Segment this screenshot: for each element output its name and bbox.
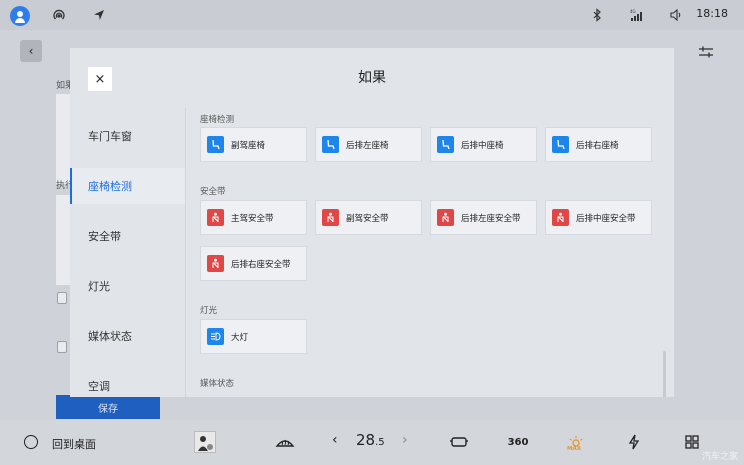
- condition-card[interactable]: 后排中座安全带: [545, 200, 652, 235]
- category-seatbelt[interactable]: 安全带: [70, 218, 185, 254]
- close-button[interactable]: ×: [88, 67, 112, 91]
- defrost-icon[interactable]: [275, 432, 295, 452]
- seatbelt-icon: [552, 209, 569, 226]
- seat-icon: [207, 136, 224, 153]
- category-light[interactable]: 灯光: [70, 268, 185, 304]
- section-title: 安全带: [200, 187, 226, 197]
- condition-picker-dialog: 如果 × 车门车窗 座椅检测 安全带 灯光 媒体状态 空调 座椅检测 副驾座椅 …: [70, 48, 674, 397]
- bg-condition-box: [56, 94, 70, 184]
- status-bar: 4G 18:18: [0, 0, 744, 30]
- seatbelt-icon: [322, 209, 339, 226]
- seat-icon: [322, 136, 339, 153]
- bg-checkbox[interactable]: [57, 341, 67, 353]
- max-label: MAX: [567, 446, 581, 452]
- temperature-display: 28.5: [356, 431, 385, 449]
- temperature-decimal: .5: [375, 437, 385, 448]
- seatbelt-icon: [437, 209, 454, 226]
- clock: 18:18: [696, 7, 728, 20]
- condition-list: 座椅检测 副驾座椅 后排左座椅 后排中座椅 后排右座椅 安全带 主驾安全带 副驾…: [186, 108, 674, 397]
- lightning-icon[interactable]: [624, 432, 644, 452]
- condition-card[interactable]: 后排中座椅: [430, 127, 537, 162]
- condition-card[interactable]: 主驾安全带: [200, 200, 307, 235]
- card-label: 后排左座安全带: [461, 213, 521, 224]
- condition-card[interactable]: 后排左座椅: [315, 127, 422, 162]
- navigation-arrow-icon[interactable]: [90, 6, 108, 24]
- home-icon[interactable]: [24, 435, 38, 449]
- card-label: 后排中座安全带: [576, 213, 636, 224]
- save-button[interactable]: 保存: [56, 395, 160, 419]
- car-seat-icon[interactable]: [449, 432, 469, 452]
- category-seat[interactable]: 座椅检测: [70, 168, 185, 204]
- category-door-window[interactable]: 车门车窗: [70, 118, 185, 154]
- temp-increase-arrow-icon[interactable]: ›: [402, 432, 408, 448]
- category-nav: 车门车窗 座椅检测 安全带 灯光 媒体状态 空调: [70, 108, 186, 397]
- bg-checkbox[interactable]: [57, 292, 67, 304]
- card-label: 后排右座椅: [576, 140, 619, 151]
- category-ac[interactable]: 空调: [70, 368, 185, 397]
- temperature-value: 28: [356, 431, 376, 449]
- scrollbar[interactable]: [663, 351, 666, 397]
- card-label: 后排中座椅: [461, 140, 504, 151]
- volume-icon[interactable]: [667, 6, 685, 24]
- seatbelt-icon: [207, 209, 224, 226]
- close-icon: ×: [94, 71, 106, 87]
- watermark: 汽车之家: [701, 452, 738, 462]
- seat-icon: [552, 136, 569, 153]
- headlight-icon: [207, 328, 224, 345]
- condition-card[interactable]: 后排左座安全带: [430, 200, 537, 235]
- bg-action-box: [56, 195, 70, 285]
- media-thumbnail[interactable]: [194, 431, 216, 453]
- dialog-title: 如果: [358, 70, 386, 86]
- chevron-left-icon: ‹: [28, 44, 34, 58]
- condition-card[interactable]: 后排右座安全带: [200, 246, 307, 281]
- condition-card[interactable]: 后排右座椅: [545, 127, 652, 162]
- svg-text:4G: 4G: [630, 9, 636, 14]
- card-label: 后排右座安全带: [231, 259, 291, 270]
- profile-icon[interactable]: [10, 6, 30, 26]
- bluetooth-icon: [588, 6, 606, 24]
- filter-icon[interactable]: [698, 44, 714, 58]
- card-label: 大灯: [231, 332, 249, 343]
- 360-label: 360: [507, 436, 529, 448]
- card-label: 副驾座椅: [231, 140, 266, 151]
- card-label: 后排左座椅: [346, 140, 389, 151]
- 360-camera-icon[interactable]: 360: [506, 432, 530, 452]
- wireless-icon[interactable]: [50, 6, 68, 24]
- section-title: 灯光: [200, 306, 218, 316]
- section-title: 座椅检测: [200, 115, 235, 125]
- app-grid-icon[interactable]: [682, 432, 702, 452]
- condition-card[interactable]: 副驾座椅: [200, 127, 307, 162]
- category-media[interactable]: 媒体状态: [70, 318, 185, 354]
- temp-decrease-arrow-icon[interactable]: ‹: [332, 432, 338, 448]
- condition-card[interactable]: 副驾安全带: [315, 200, 422, 235]
- condition-card[interactable]: 大灯: [200, 319, 307, 354]
- seatbelt-icon: [207, 255, 224, 272]
- card-label: 主驾安全带: [231, 213, 274, 224]
- signal-4g-icon: 4G: [627, 6, 645, 24]
- back-button[interactable]: ‹: [20, 40, 42, 62]
- seat-icon: [437, 136, 454, 153]
- card-label: 副驾安全带: [346, 213, 389, 224]
- home-button[interactable]: 回到桌面: [52, 436, 96, 452]
- section-title: 媒体状态: [200, 379, 235, 389]
